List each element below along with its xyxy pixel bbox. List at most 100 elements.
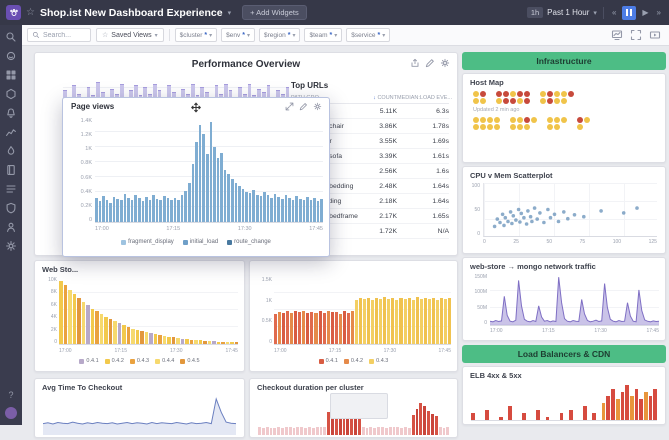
favorite-star-icon[interactable]: ☆: [26, 8, 35, 18]
url-count: 2.56K: [359, 168, 397, 175]
help-icon[interactable]: ?: [8, 390, 13, 400]
play-button[interactable]: ▶: [640, 8, 650, 17]
url-median: 1.6s: [397, 168, 449, 175]
template-variable-service[interactable]: $service*▾: [346, 28, 390, 42]
export-icon[interactable]: [410, 58, 420, 68]
template-variable-region[interactable]: $region*▾: [259, 28, 300, 42]
mongo-network-traffic-widget: web-store → mongo network traffic 150M10…: [462, 257, 666, 341]
host-cluster[interactable]: [496, 91, 531, 104]
add-widgets-button[interactable]: + Add Widgets: [242, 5, 307, 20]
column-header-median[interactable]: MEDIAN:LOAD EVE...: [397, 95, 449, 101]
legend-item[interactable]: 0.4.2: [344, 358, 363, 364]
template-variable-cluster[interactable]: $cluster*▾: [175, 28, 218, 42]
gear-icon[interactable]: [440, 58, 450, 68]
time-range-chevron-icon[interactable]: ▾: [593, 9, 597, 17]
saved-views-dropdown[interactable]: ☆ Saved Views ▾: [96, 28, 164, 42]
legend-item[interactable]: 0.4.3: [130, 358, 149, 364]
host-map-row-1: [463, 87, 665, 105]
host-cluster[interactable]: [540, 91, 575, 104]
widget-title: ELB 4xx & 5xx: [463, 367, 665, 380]
skip-forward-button[interactable]: »: [655, 8, 663, 17]
web-store-plot[interactable]: [59, 277, 238, 345]
tv-mode-icon[interactable]: [649, 29, 661, 41]
avg-checkout-plot[interactable]: [43, 397, 236, 435]
divider: [169, 29, 170, 41]
legend-item[interactable]: 0.4.3: [369, 358, 388, 364]
legend-item[interactable]: route_change: [227, 239, 271, 245]
tick-label: 17:30: [594, 328, 607, 334]
notebooks-icon[interactable]: [5, 164, 17, 176]
settings-gear-icon[interactable]: [5, 240, 17, 252]
widget-actions: [410, 58, 450, 68]
expand-icon[interactable]: [285, 102, 294, 111]
title-chevron-icon[interactable]: ▾: [228, 9, 232, 17]
fullscreen-icon[interactable]: [630, 29, 642, 41]
time-range-short[interactable]: 1h: [527, 7, 543, 18]
y-axis-labels: 100500: [467, 183, 480, 237]
tick-label: 17:15: [114, 348, 127, 354]
url-count: 2.18K: [359, 198, 397, 205]
legend-item[interactable]: initial_load: [183, 239, 218, 245]
group-header-infrastructure[interactable]: Infrastructure: [462, 52, 666, 70]
url-count: 5.11K: [359, 108, 397, 115]
legend-item[interactable]: 0.4.1: [319, 358, 338, 364]
monitors-bell-icon[interactable]: [5, 107, 17, 119]
move-cursor-icon[interactable]: [191, 102, 202, 113]
widget-title: Host Map: [463, 74, 665, 87]
chevron-down-icon: ▾: [155, 32, 158, 39]
chart-legend: 0.4.1 0.4.2 0.4.3: [250, 358, 457, 364]
host-cluster[interactable]: [510, 117, 538, 130]
url-count: 2.17K: [359, 213, 397, 220]
host-cluster[interactable]: [473, 117, 501, 130]
tick-label: 17:45: [225, 348, 238, 354]
security-shield-icon[interactable]: [5, 202, 17, 214]
rum-user-icon[interactable]: [5, 221, 17, 233]
infrastructure-icon[interactable]: [5, 88, 17, 100]
pause-button[interactable]: [622, 6, 636, 20]
metrics-icon[interactable]: [5, 126, 17, 138]
search-input[interactable]: [43, 32, 86, 39]
watchdog-icon[interactable]: [5, 50, 17, 62]
time-range-label[interactable]: Past 1 Hour: [547, 8, 589, 17]
dashboards-icon[interactable]: [5, 69, 17, 81]
host-cluster[interactable]: [547, 117, 568, 130]
widget-title: Checkout duration per cluster: [250, 379, 457, 392]
skip-back-button[interactable]: «: [610, 8, 618, 17]
host-cluster[interactable]: [577, 117, 591, 130]
tick-label: 17:30: [170, 348, 183, 354]
gear-icon[interactable]: [313, 102, 322, 111]
pencil-icon[interactable]: [425, 58, 435, 68]
sidebar: ?: [0, 25, 22, 425]
page-views-widget[interactable]: Page views 1.4K1.2K1K0.8K0.6K0.4K0.2K0 1…: [62, 97, 330, 257]
scatterplot[interactable]: [483, 183, 657, 237]
page-views-plot[interactable]: [95, 118, 323, 223]
tick-label: 0: [483, 239, 486, 245]
network-traffic-plot[interactable]: [490, 274, 659, 326]
tick-label: 17:45: [438, 348, 451, 354]
legend-item[interactable]: 0.4.1: [79, 358, 98, 364]
column-header-count[interactable]: ↓ COUNT: [359, 95, 397, 101]
url-median: 1.64s: [397, 198, 449, 205]
legend-item[interactable]: fragment_display: [121, 239, 174, 245]
checkout-duration-widget: Checkout duration per cluster: [249, 378, 458, 438]
group-header-load-balancers[interactable]: Load Balancers & CDN: [462, 345, 666, 363]
tick-label: 0: [477, 231, 480, 237]
legend-item[interactable]: 0.4.5: [180, 358, 199, 364]
legend-item[interactable]: 0.4.4: [155, 358, 174, 364]
user-avatar[interactable]: [5, 407, 17, 419]
search-icon[interactable]: [5, 31, 17, 43]
graph-monitor-icon[interactable]: [611, 29, 623, 41]
url-median: 1.65s: [397, 213, 449, 220]
version-distribution-plot[interactable]: [274, 277, 451, 345]
legend-item[interactable]: 0.4.2: [105, 358, 124, 364]
template-variable-team[interactable]: $team*▾: [304, 28, 342, 42]
template-variable-env[interactable]: $env*▾: [221, 28, 255, 42]
y-axis-labels: 1.4K1.2K1K0.8K0.6K0.4K0.2K0: [65, 118, 92, 223]
host-cluster[interactable]: [473, 91, 487, 104]
datadog-logo-icon[interactable]: [6, 5, 21, 20]
tick-label: 4K: [51, 314, 57, 320]
pencil-icon[interactable]: [299, 102, 308, 111]
elb-errors-plot[interactable]: [471, 385, 657, 421]
apm-flame-icon[interactable]: [5, 145, 17, 157]
logs-icon[interactable]: [5, 183, 17, 195]
